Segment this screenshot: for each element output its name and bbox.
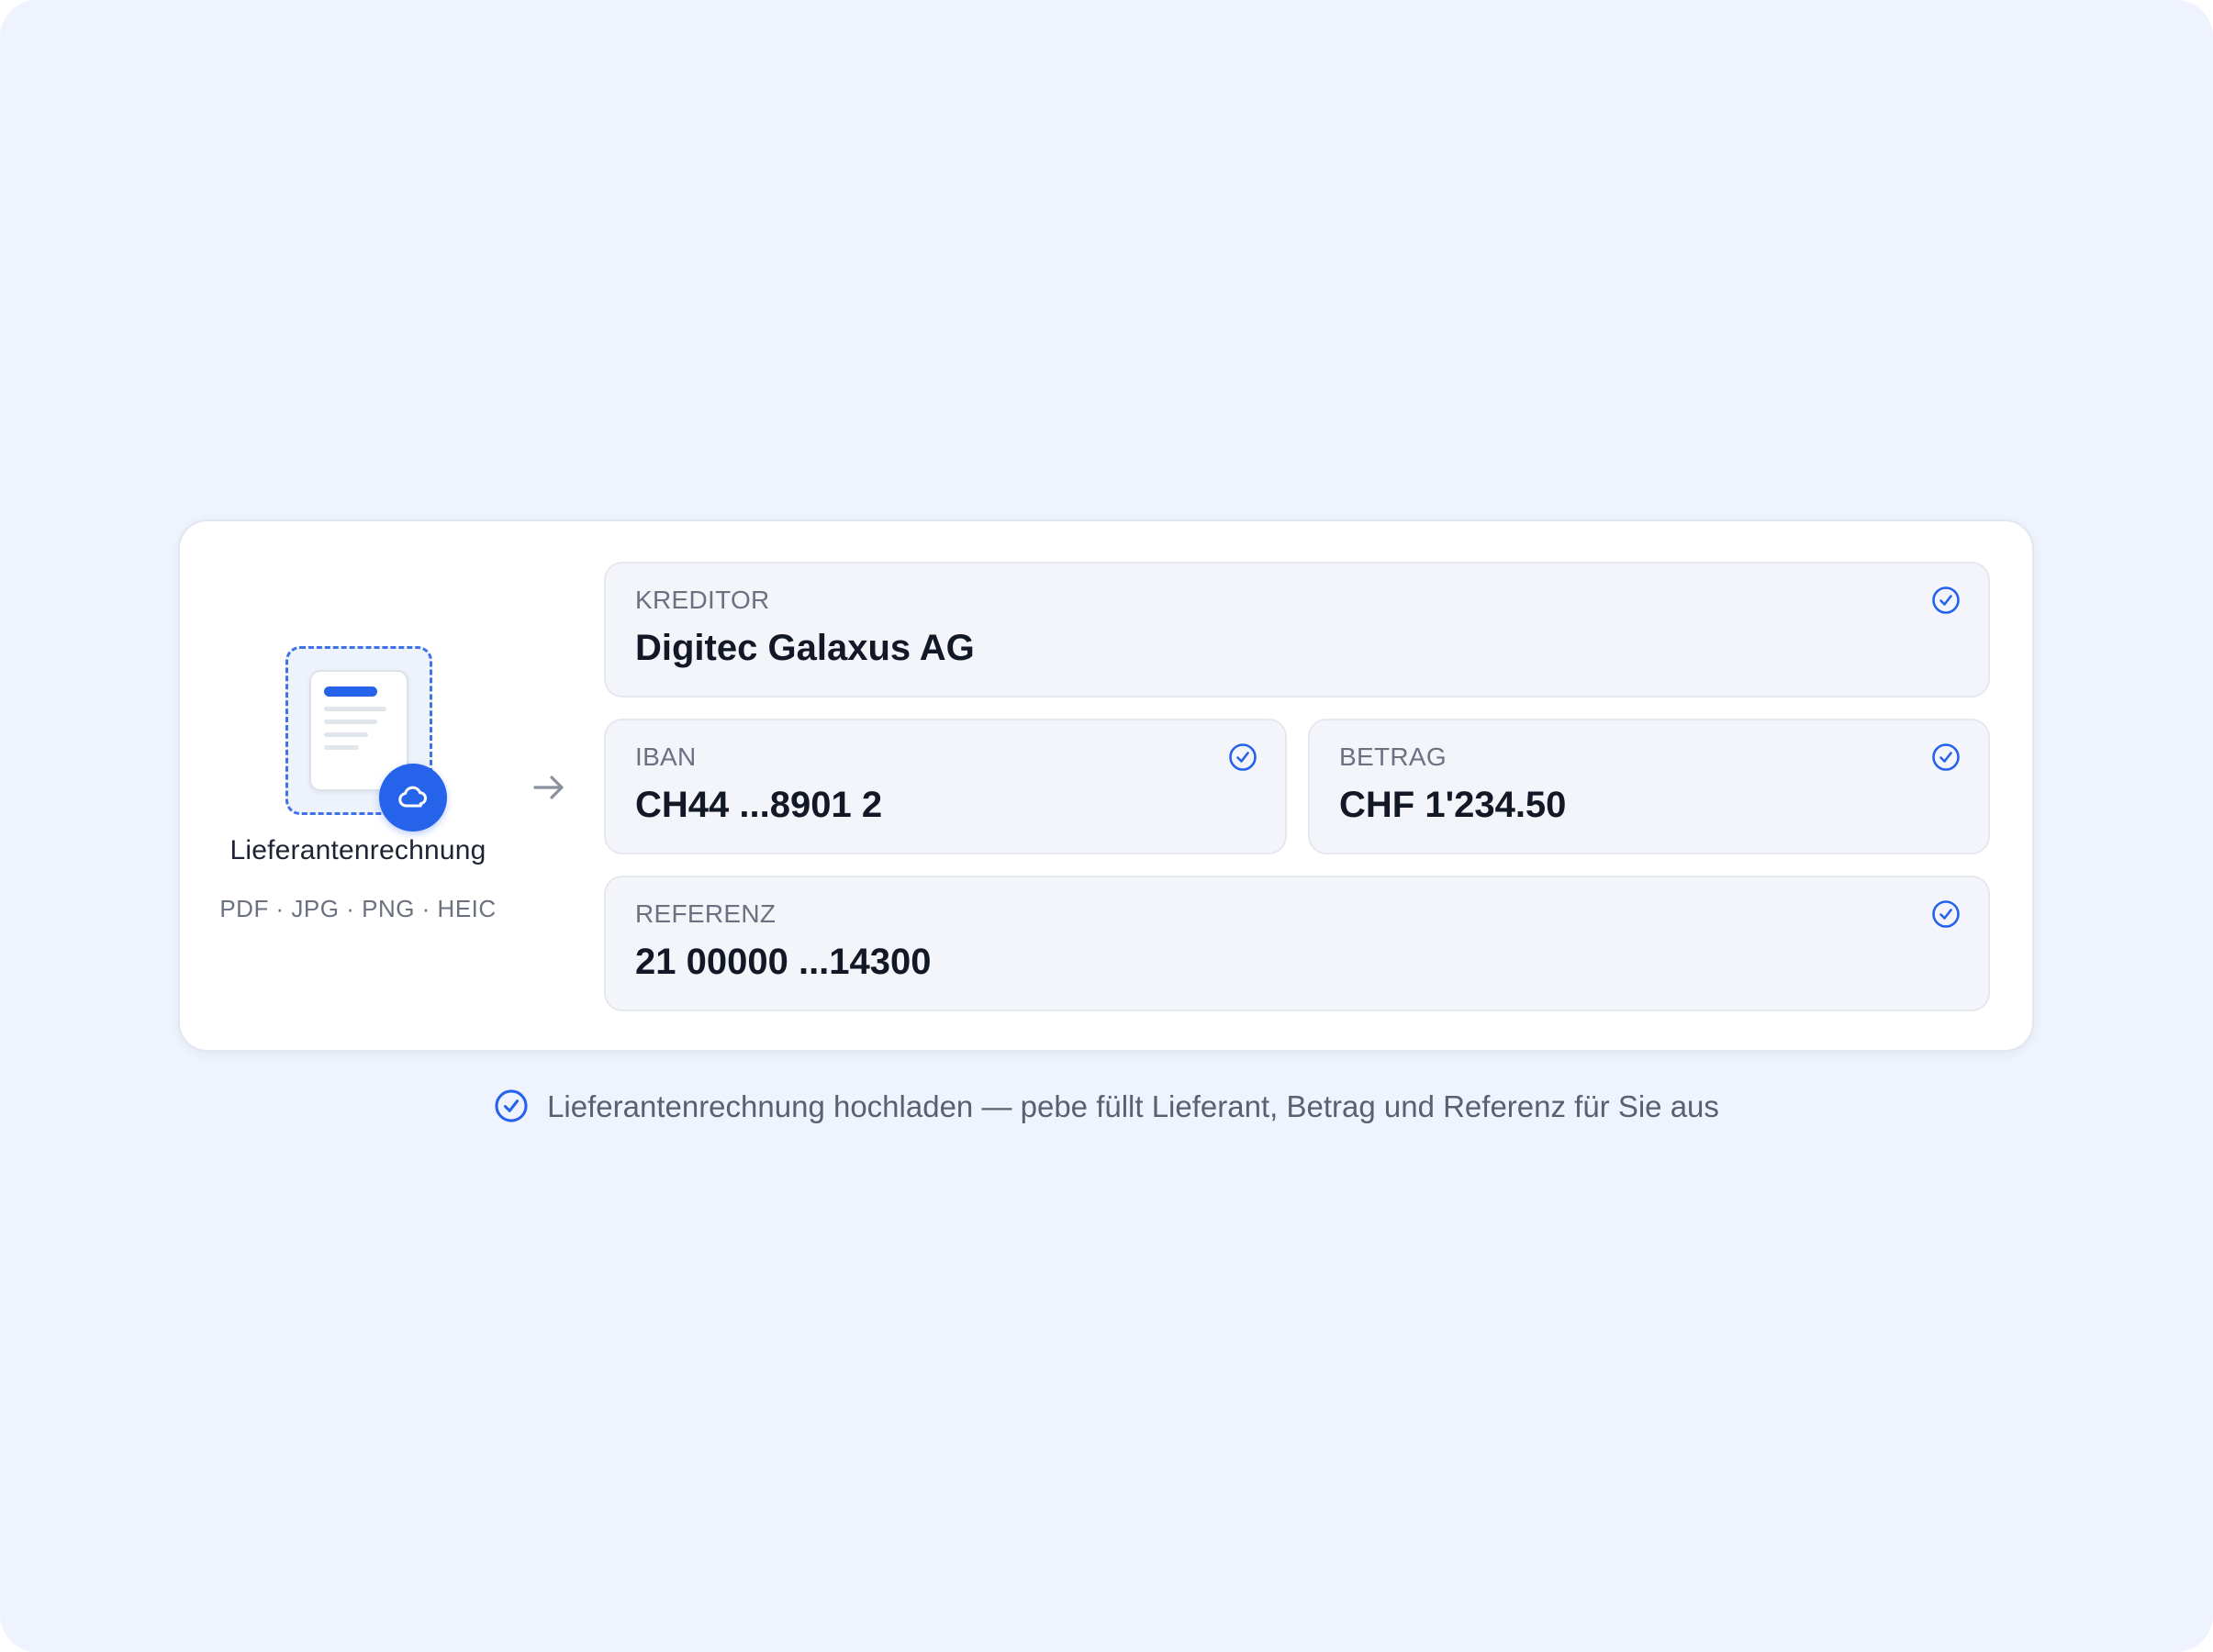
arrow-right-icon bbox=[533, 776, 564, 799]
referenz-field[interactable]: REFERENZ 21 00000 ...14300 bbox=[604, 876, 1990, 1011]
kreditor-value: Digitec Galaxus AG bbox=[635, 628, 975, 668]
iban-field[interactable]: IBAN CH44 ...8901 2 bbox=[604, 719, 1287, 854]
upload-formats: PDF · JPG · PNG · HEIC bbox=[219, 895, 497, 922]
check-circle-icon bbox=[1229, 743, 1257, 771]
iban-value: CH44 ...8901 2 bbox=[635, 785, 883, 825]
caption-text: Lieferantenrechnung hochladen — pebe fül… bbox=[547, 1089, 1719, 1123]
check-circle-icon bbox=[495, 1089, 528, 1122]
iban-label: IBAN bbox=[635, 742, 697, 771]
kreditor-label: KREDITOR bbox=[635, 586, 770, 614]
betrag-label: BETRAG bbox=[1339, 742, 1447, 771]
betrag-field[interactable]: BETRAG CHF 1'234.50 bbox=[1308, 719, 1990, 854]
referenz-label: REFERENZ bbox=[635, 899, 777, 928]
caption: Lieferantenrechnung hochladen — pebe fül… bbox=[0, 1088, 2213, 1124]
upload-title: Lieferantenrechnung bbox=[229, 835, 486, 865]
kreditor-field[interactable]: KREDITOR Digitec Galaxus AG bbox=[604, 562, 1990, 698]
check-circle-icon bbox=[1932, 900, 1960, 928]
betrag-value: CHF 1'234.50 bbox=[1339, 785, 1567, 825]
check-circle-icon bbox=[1932, 743, 1960, 771]
check-circle-icon bbox=[1932, 586, 1960, 614]
referenz-value: 21 00000 ...14300 bbox=[635, 942, 932, 982]
cloud-upload-icon[interactable] bbox=[379, 764, 447, 832]
